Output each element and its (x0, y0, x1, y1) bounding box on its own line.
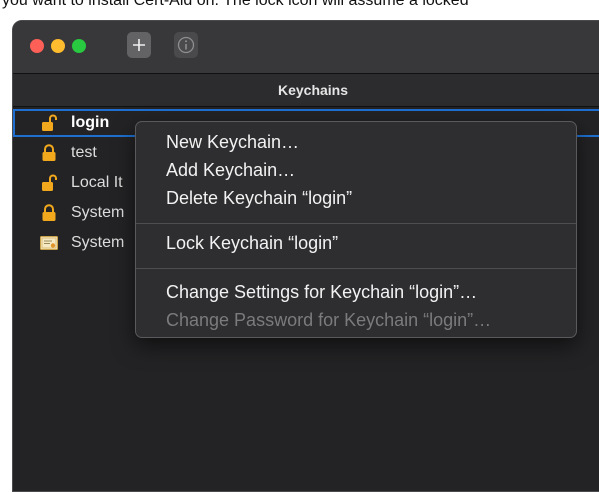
keychain-label: test (71, 144, 97, 161)
menu-item-lock-keychain[interactable]: Lock Keychain “login” (166, 233, 338, 254)
info-button[interactable] (174, 32, 198, 58)
title-bar (13, 21, 599, 74)
keychain-label: Local It (71, 174, 123, 191)
plus-icon (133, 39, 145, 51)
menu-item-change-password: Change Password for Keychain “login”… (166, 310, 492, 330)
context-menu: New Keychain… Add Keychain… Delete Keych… (135, 121, 577, 338)
lock-open-icon (42, 114, 57, 131)
keychain-label: System (71, 204, 125, 221)
zoom-button[interactable] (72, 39, 86, 53)
document-text: you want to install Cert-Aid on. The loc… (2, 0, 469, 9)
certificate-icon (40, 236, 58, 250)
menu-item-delete-keychain[interactable]: Delete Keychain “login” (166, 188, 352, 209)
minimize-button[interactable] (51, 39, 65, 53)
menu-separator (136, 223, 576, 224)
menu-item-change-settings[interactable]: Change Settings for Keychain “login”… (166, 282, 477, 303)
add-button[interactable] (127, 32, 151, 58)
lock-open-icon (42, 174, 57, 191)
lock-closed-icon (42, 144, 56, 161)
menu-item-add-keychain[interactable]: Add Keychain… (166, 160, 295, 181)
info-icon (177, 36, 195, 54)
menu-item-new-keychain[interactable]: New Keychain… (166, 132, 299, 153)
menu-separator (136, 268, 576, 269)
lock-closed-icon (42, 204, 56, 221)
keychains-header: Keychains (13, 74, 599, 107)
keychain-label: System (71, 234, 125, 251)
keychain-label: login (71, 114, 110, 131)
close-button[interactable] (30, 39, 44, 53)
